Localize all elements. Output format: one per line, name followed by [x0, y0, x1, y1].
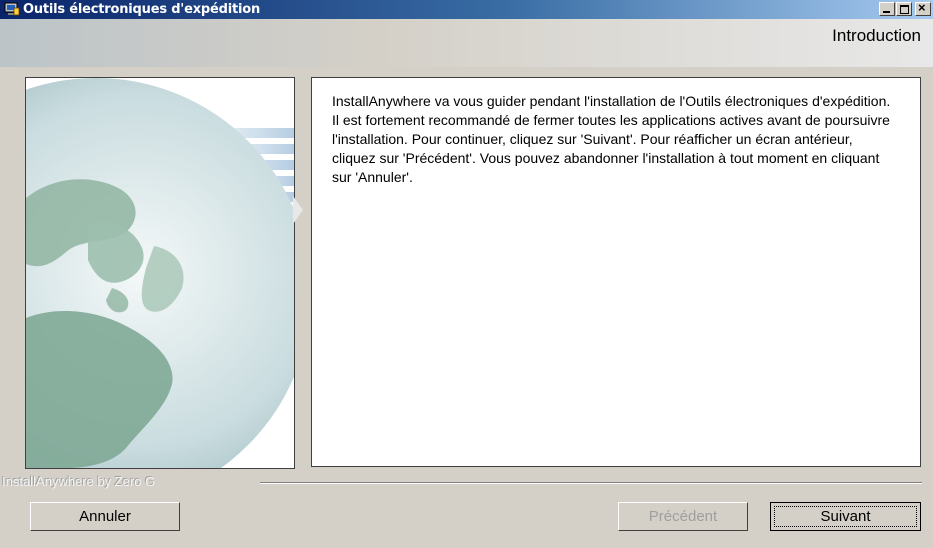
app-icon — [4, 2, 20, 17]
close-icon[interactable]: × — [915, 1, 931, 16]
panel-pointer — [293, 196, 303, 224]
previous-button[interactable]: Précédent — [618, 502, 748, 531]
next-button-label: Suivant — [820, 508, 871, 525]
intro-text: InstallAnywhere va vous guider pendant l… — [332, 93, 891, 185]
installer-window: Outils électroniques d'expédition × Intr… — [0, 0, 933, 548]
globe-image — [25, 77, 295, 469]
next-button[interactable]: Suivant — [770, 502, 921, 531]
cancel-button[interactable]: Annuler — [30, 502, 180, 531]
window-title: Outils électroniques d'expédition — [23, 2, 261, 17]
intro-panel: InstallAnywhere va vous guider pendant l… — [311, 77, 921, 467]
minimize-icon[interactable] — [879, 2, 895, 16]
title-bar[interactable]: Outils électroniques d'expédition × — [0, 0, 933, 19]
header-band — [0, 19, 933, 67]
footer-divider — [260, 482, 922, 484]
step-title: Introduction — [832, 26, 921, 45]
brand-label: InstallAnywhere by Zero G — [2, 474, 156, 489]
maximize-icon[interactable] — [896, 2, 912, 16]
